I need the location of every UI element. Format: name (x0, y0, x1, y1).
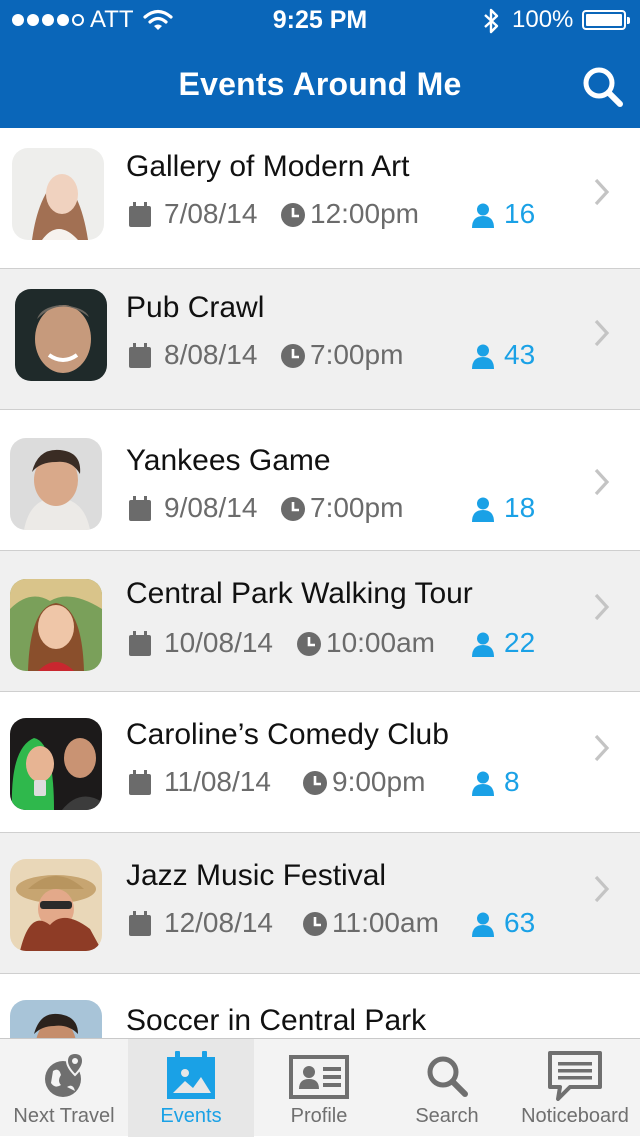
event-title: Jazz Music Festival (126, 859, 387, 892)
top-bar: ATT 9:25 PM 100% Events Around Me (0, 0, 640, 128)
clock-icon (281, 344, 305, 368)
tab-label: Events (160, 1105, 222, 1127)
event-title: Pub Crawl (126, 291, 265, 324)
event-row[interactable]: Yankees Game 9/08/14 7:00pm 18 (0, 409, 640, 550)
clock-icon (281, 497, 305, 521)
event-date: 12/08/14 (164, 907, 273, 938)
calendar-icon (129, 631, 151, 656)
status-bar: ATT 9:25 PM 100% (0, 0, 640, 40)
page-title: Events Around Me (178, 66, 462, 102)
battery-percentage: 100% (512, 6, 574, 33)
chevron-right-icon (594, 734, 610, 762)
event-time: 10:00am (326, 627, 435, 658)
search-icon (427, 1056, 468, 1097)
clock-icon (303, 771, 327, 795)
event-title: Central Park Walking Tour (126, 577, 473, 610)
calendar-icon (129, 343, 151, 368)
tab-label: Next Travel (13, 1105, 115, 1127)
person-icon (472, 344, 494, 369)
event-row[interactable]: Jazz Music Festival 12/08/14 11:00am 63 (0, 832, 640, 973)
clock-icon (297, 632, 321, 656)
event-list[interactable]: Gallery of Modern Art 7/08/14 12:00pm 16… (0, 128, 640, 1038)
tab-label: Profile (290, 1105, 348, 1127)
event-time: 7:00pm (310, 339, 404, 370)
event-row[interactable]: Central Park Walking Tour 10/08/14 10:00… (0, 550, 640, 691)
event-meta: 7/08/14 12:00pm 16 (128, 198, 588, 234)
calendar-icon (129, 496, 151, 521)
avatar (10, 579, 102, 671)
search-icon[interactable] (580, 64, 626, 110)
calendar-image-icon (167, 1051, 215, 1099)
event-row[interactable]: Caroline’s Comedy Club 11/08/14 9:00pm 8 (0, 691, 640, 832)
event-time: 11:00am (332, 907, 439, 938)
event-meta: 11/08/14 9:00pm 8 (128, 766, 588, 802)
event-title: Yankees Game (126, 444, 331, 477)
clock-icon (281, 203, 305, 227)
avatar (10, 1000, 102, 1038)
event-title: Gallery of Modern Art (126, 150, 410, 183)
event-row[interactable]: Soccer in Central Park (0, 973, 640, 1038)
event-row[interactable]: Pub Crawl 8/08/14 7:00pm 43 (0, 268, 640, 409)
tab-label: Noticeboard (521, 1105, 629, 1127)
tab-label: Search (415, 1105, 479, 1127)
calendar-icon (129, 202, 151, 227)
event-meta: 10/08/14 10:00am 22 (128, 627, 588, 663)
tab-search[interactable]: Search (384, 1039, 510, 1137)
battery-icon (582, 10, 630, 30)
calendar-icon (129, 911, 151, 936)
tab-profile[interactable]: Profile (254, 1039, 384, 1137)
event-date: 8/08/14 (164, 339, 258, 370)
person-icon (472, 912, 494, 937)
event-row[interactable]: Gallery of Modern Art 7/08/14 12:00pm 16 (0, 128, 640, 268)
tab-bar: Next Travel Events Profile Search Notice… (0, 1038, 640, 1137)
chevron-right-icon (594, 593, 610, 621)
event-date: 11/08/14 (164, 766, 271, 797)
globe-pin-icon (45, 1051, 85, 1097)
event-meta: 8/08/14 7:00pm 43 (128, 339, 588, 375)
person-icon (472, 497, 494, 522)
tab-noticeboard[interactable]: Noticeboard (510, 1039, 640, 1137)
id-card-icon (289, 1055, 349, 1099)
event-date: 10/08/14 (164, 627, 273, 658)
person-icon (472, 203, 494, 228)
chevron-right-icon (594, 875, 610, 903)
event-title: Soccer in Central Park (126, 1004, 427, 1037)
tab-events[interactable]: Events (128, 1039, 254, 1137)
bluetooth-icon (482, 8, 500, 39)
event-time: 9:00pm (332, 766, 426, 797)
avatar (15, 289, 107, 381)
chevron-right-icon (594, 319, 610, 347)
chevron-right-icon (594, 178, 610, 206)
speech-bubble-icon (548, 1051, 602, 1101)
event-time: 12:00pm (310, 198, 419, 229)
chevron-right-icon (594, 468, 610, 496)
event-meta: 12/08/14 11:00am 63 (128, 907, 588, 943)
avatar (10, 859, 102, 951)
person-icon (472, 771, 494, 796)
event-date: 7/08/14 (164, 198, 258, 229)
avatar (10, 718, 102, 810)
avatar (10, 438, 102, 530)
person-icon (472, 632, 494, 657)
clock-icon (303, 912, 327, 936)
avatar (12, 148, 104, 240)
event-time: 7:00pm (310, 492, 404, 523)
event-date: 9/08/14 (164, 492, 258, 523)
tab-next-travel[interactable]: Next Travel (0, 1039, 128, 1137)
event-title: Caroline’s Comedy Club (126, 718, 449, 751)
event-meta: 9/08/14 7:00pm 18 (128, 492, 588, 528)
calendar-icon (129, 770, 151, 795)
